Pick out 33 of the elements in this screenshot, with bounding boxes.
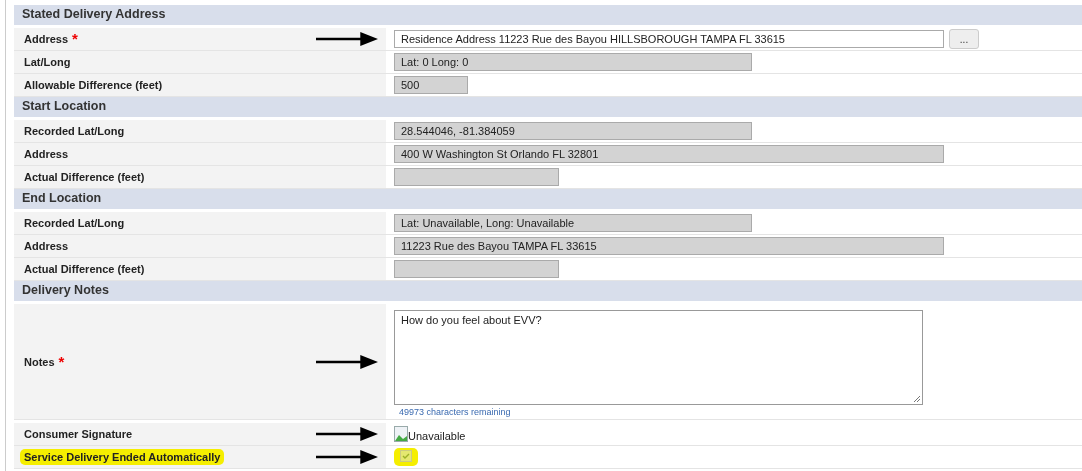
broken-image-icon bbox=[394, 426, 408, 442]
section-header: End Location bbox=[14, 189, 1082, 209]
signature-text: Unavailable bbox=[408, 430, 466, 442]
address-field[interactable]: Residence Address 11223 Rue des Bayou HILLSBOROUGH TAMPA FL 33615 bbox=[394, 30, 944, 48]
field-label: Allowable Difference (feet) bbox=[24, 79, 163, 91]
field-label: Recorded Lat/Long bbox=[24, 125, 125, 137]
field-label: Address bbox=[24, 33, 69, 45]
required-marker: * bbox=[72, 34, 78, 44]
readonly-field: Lat: 0 Long: 0 bbox=[394, 53, 752, 71]
field-label: Address bbox=[24, 148, 69, 160]
section-header: Stated Delivery Address bbox=[14, 5, 1082, 25]
field-label: Address bbox=[24, 240, 69, 252]
field-label: Consumer Signature bbox=[24, 428, 133, 440]
readonly-field: 400 W Washington St Orlando FL 32801 bbox=[394, 145, 944, 163]
readonly-field: Lat: Unavailable, Long: Unavailable bbox=[394, 214, 752, 232]
field-label: Recorded Lat/Long bbox=[24, 217, 125, 229]
field-label: Lat/Long bbox=[24, 56, 71, 68]
readonly-field: 11223 Rue des Bayou TAMPA FL 33615 bbox=[394, 237, 944, 255]
notes-text: How do you feel about EVV? bbox=[401, 314, 542, 326]
lookup-button[interactable]: ... bbox=[949, 29, 979, 49]
checkbox[interactable] bbox=[400, 450, 412, 462]
section-header: Start Location bbox=[14, 97, 1082, 117]
field-label: Actual Difference (feet) bbox=[24, 263, 145, 275]
resize-grip-icon[interactable] bbox=[913, 395, 921, 403]
required-marker: * bbox=[58, 356, 65, 367]
field-label: Notes bbox=[24, 355, 55, 368]
notes-field[interactable]: How do you feel about EVV? bbox=[394, 310, 923, 405]
readonly-field: 500 bbox=[394, 76, 468, 94]
section-header: Delivery Notes bbox=[14, 281, 1082, 301]
readonly-field: 28.544046, -81.384059 bbox=[394, 122, 752, 140]
characters-remaining: 49973 characters remaining bbox=[398, 407, 512, 417]
field-label: Actual Difference (feet) bbox=[24, 171, 145, 183]
field-label: Service Delivery Ended Automatically bbox=[20, 449, 225, 465]
